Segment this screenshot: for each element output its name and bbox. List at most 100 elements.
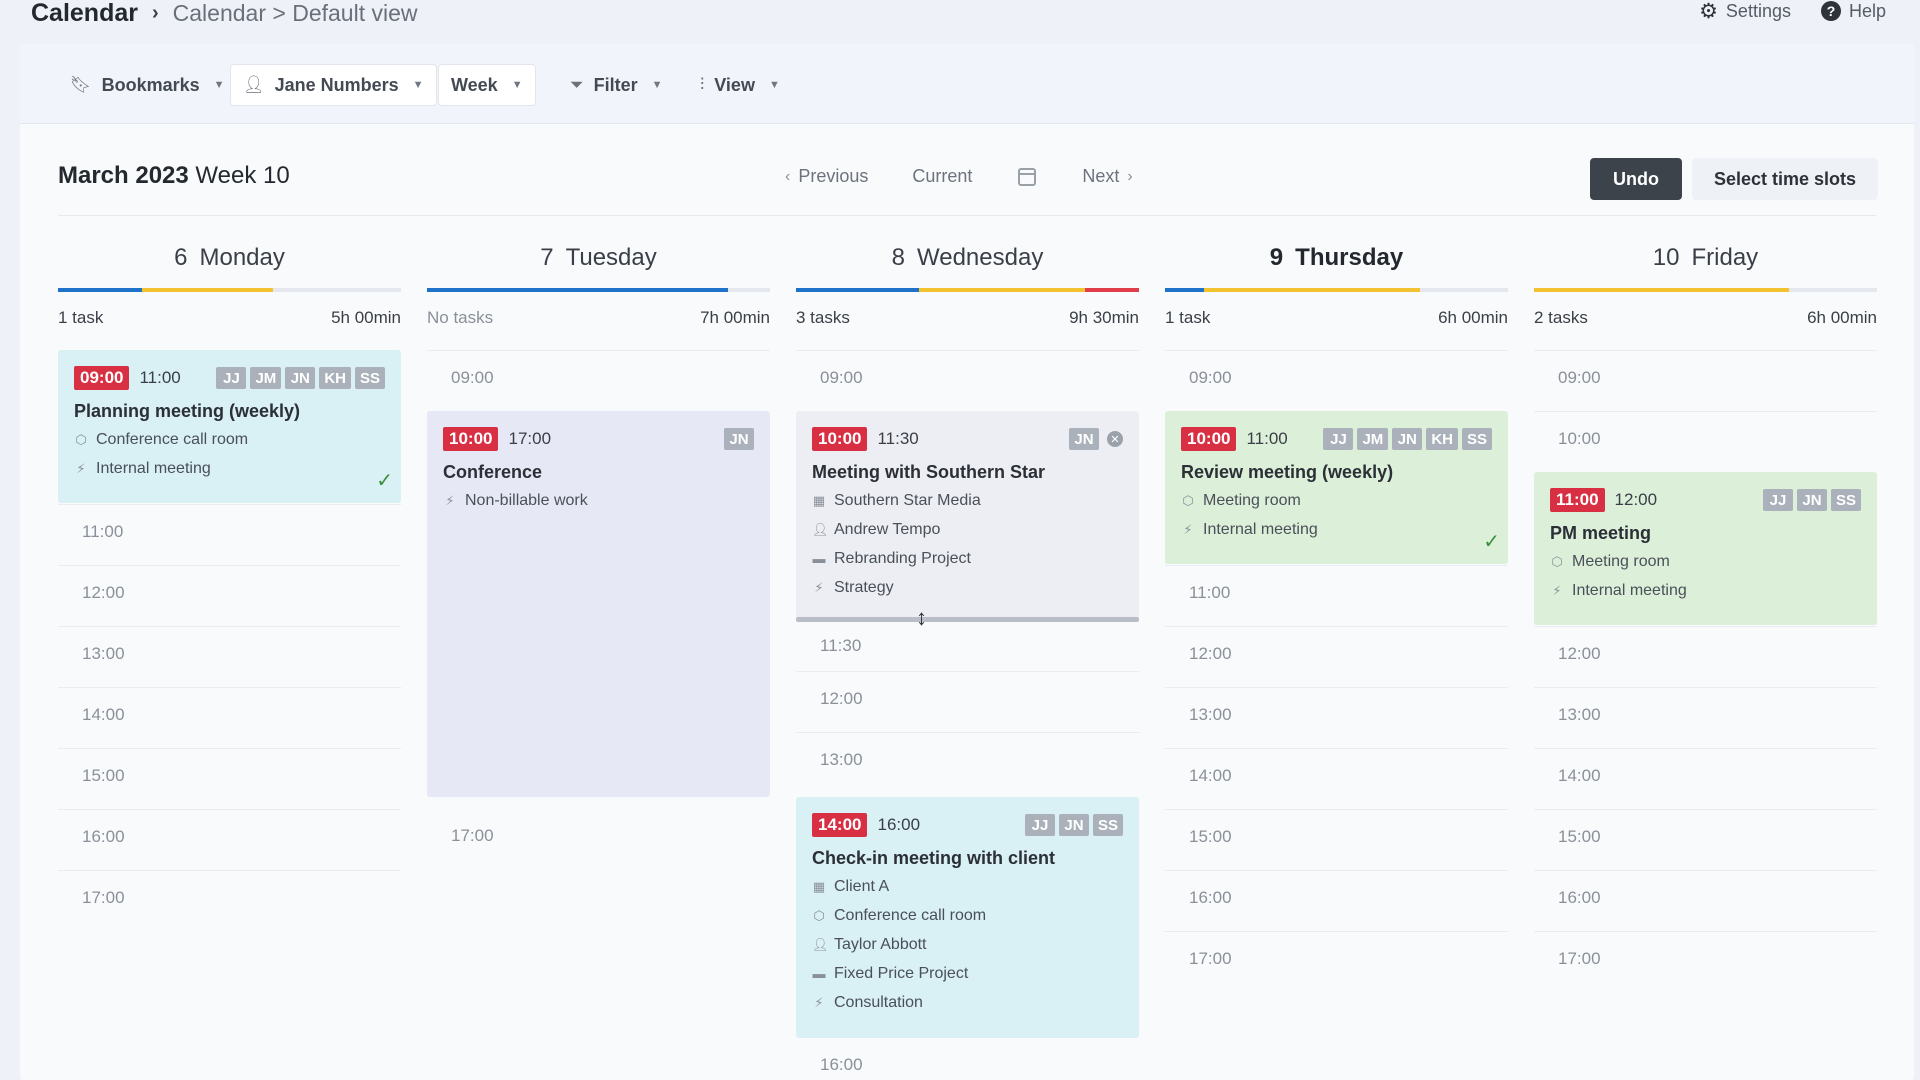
date-picker-button[interactable] xyxy=(1018,167,1037,186)
time-slot[interactable]: 13:00 xyxy=(58,626,401,687)
attendee-pill: JN xyxy=(1058,814,1089,836)
time-slot[interactable]: 16:00 xyxy=(796,1038,1139,1080)
time-slot[interactable]: 17:00 xyxy=(1534,931,1877,992)
time-slot[interactable]: 09:00 xyxy=(1165,350,1508,411)
event-title: Review meeting (weekly) xyxy=(1181,462,1394,482)
time-slot[interactable]: 17:00 xyxy=(427,809,770,870)
briefcase-icon: ▬ xyxy=(812,966,826,981)
hours-total: 6h 00min xyxy=(1807,308,1877,327)
time-slot[interactable]: 14:00 xyxy=(1534,748,1877,809)
day-column-thursday: 9 Thursday 1 task 6h 00min 09:00 10:00 11… xyxy=(1165,244,1508,1080)
time-slot[interactable]: 12:00 xyxy=(1165,626,1508,687)
caret-down-icon: ▼ xyxy=(213,79,225,91)
view-dropdown[interactable]: ⫶ View ▼ xyxy=(688,64,792,106)
task-count: 1 task xyxy=(58,308,104,327)
week-label: Week 10 xyxy=(195,162,290,189)
time-slot[interactable]: 15:00 xyxy=(1165,809,1508,870)
time-slot[interactable]: 12:00 xyxy=(796,671,1139,732)
event-card[interactable]: 14:00 16:00 JJ JN SS Check-in meeting wi… xyxy=(796,797,1139,1038)
attendee-pill: KH xyxy=(1426,428,1458,450)
month-label: March 2023 xyxy=(58,162,189,189)
start-time-badge: 10:00 xyxy=(443,427,499,451)
time-slot[interactable]: 16:00 xyxy=(1165,870,1508,931)
attendee-pill: JN xyxy=(1069,428,1099,450)
capacity-bar xyxy=(796,288,1139,292)
time-slot[interactable]: 09:00 xyxy=(1534,350,1877,411)
building-icon: ▦ xyxy=(812,493,826,508)
current-button[interactable]: Current xyxy=(912,166,972,187)
chevron-right-icon: › xyxy=(151,1,159,24)
select-time-slots-button[interactable]: Select time slots xyxy=(1692,158,1878,200)
time-slot[interactable]: 12:00 xyxy=(58,565,401,626)
time-slot[interactable]: 13:00 xyxy=(1534,687,1877,748)
time-slot[interactable]: 11:00 xyxy=(58,504,401,565)
app-name[interactable]: Calendar xyxy=(31,0,138,28)
time-slot[interactable]: 17:00 xyxy=(1165,931,1508,992)
event-title: Planning meeting (weekly) xyxy=(74,401,301,421)
time-slot[interactable]: 11:30 xyxy=(796,626,1139,671)
time-slot[interactable]: 13:00 xyxy=(1165,687,1508,748)
day-header[interactable]: 8 Wednesday xyxy=(796,244,1139,274)
cube-icon: ⬡ xyxy=(1551,554,1563,569)
user-label: Jane Numbers xyxy=(274,74,399,95)
time-slot[interactable]: 14:00 xyxy=(1165,748,1508,809)
close-icon[interactable]: ✕ xyxy=(1107,431,1123,447)
task-count: 3 tasks xyxy=(796,308,850,327)
event-activity: Internal meeting xyxy=(1572,582,1687,599)
start-time-badge: 10:00 xyxy=(812,427,868,451)
cube-icon: ⬡ xyxy=(1182,493,1194,508)
event-contact: Andrew Tempo xyxy=(834,521,941,538)
event-title: Meeting with Southern Star xyxy=(812,462,1046,482)
attendee-pill: JJ xyxy=(1762,489,1793,511)
user-dropdown[interactable]: 👤︎ Jane Numbers ▼ xyxy=(230,64,437,106)
day-header[interactable]: 10 Friday xyxy=(1534,244,1877,274)
event-activity: Internal meeting xyxy=(96,460,211,477)
current-label: Current xyxy=(912,166,973,186)
time-slot[interactable]: 17:00 xyxy=(58,870,401,931)
day-column-friday: 10 Friday 2 tasks 6h 00min 09:00 10:00 11… xyxy=(1534,244,1877,1080)
day-header[interactable]: 6 Monday xyxy=(58,244,401,274)
event-title: PM meeting xyxy=(1550,523,1652,543)
checkmark-icon: ✓ xyxy=(1483,531,1500,553)
start-time-badge: 10:00 xyxy=(1181,427,1237,451)
filter-dropdown[interactable]: ⏷ Filter ▼ xyxy=(558,64,675,106)
event-card[interactable]: 10:00 11:00 JJ JM JN KH SS Review meetin… xyxy=(1165,411,1508,564)
time-slot[interactable]: 09:00 xyxy=(796,350,1139,411)
event-card[interactable]: 10:00 17:00 JN Conference ⚡︎ Non-billable… xyxy=(427,411,770,797)
help-link[interactable]: ? Help xyxy=(1820,1,1886,22)
bookmarks-dropdown[interactable]: 🔖︎ Bookmarks ▼ xyxy=(58,64,237,106)
help-icon: ? xyxy=(1820,1,1841,21)
event-contact: Taylor Abbott xyxy=(834,936,927,953)
time-slot[interactable]: 13:00 xyxy=(796,732,1139,793)
resize-bar[interactable] xyxy=(796,617,1139,622)
time-slot[interactable]: 10:00 xyxy=(1534,411,1877,472)
event-card[interactable]: 09:00 11:00 JJ JM JN KH SS Planning meet… xyxy=(58,350,401,503)
day-header[interactable]: 7 Tuesday xyxy=(427,244,770,274)
bolt-icon: ⚡︎ xyxy=(1552,583,1562,598)
hours-total: 5h 00min xyxy=(331,308,401,327)
time-slot[interactable]: 12:00 xyxy=(1534,626,1877,687)
caret-down-icon: ▼ xyxy=(412,79,424,91)
end-time: 16:00 xyxy=(877,815,921,834)
event-client: Client A xyxy=(834,878,890,895)
event-project: Fixed Price Project xyxy=(834,965,969,982)
time-slot[interactable]: 16:00 xyxy=(58,809,401,870)
time-slot[interactable]: 09:00 xyxy=(427,350,770,411)
time-slot[interactable]: 15:00 xyxy=(1534,809,1877,870)
previous-button[interactable]: ‹ Previous xyxy=(785,166,868,187)
time-slot[interactable]: 14:00 xyxy=(58,687,401,748)
caret-down-icon: ▼ xyxy=(651,79,663,91)
range-dropdown[interactable]: Week ▼ xyxy=(438,64,536,106)
event-activity: Strategy xyxy=(834,579,894,596)
undo-button[interactable]: Undo xyxy=(1590,158,1682,200)
time-slot[interactable]: 15:00 xyxy=(58,748,401,809)
time-slot[interactable]: 16:00 xyxy=(1534,870,1877,931)
next-button[interactable]: Next › xyxy=(1082,166,1132,187)
week-title: March 2023 Week 10 xyxy=(58,162,290,190)
time-slot[interactable]: 11:00 xyxy=(1165,565,1508,626)
day-header-today[interactable]: 9 Thursday xyxy=(1165,244,1508,274)
day-stats: 2 tasks 6h 00min xyxy=(1534,308,1877,328)
event-card[interactable]: 11:00 12:00 JJ JN SS PM meeting ⬡ Meeting… xyxy=(1534,472,1877,625)
settings-link[interactable]: ⚙ Settings xyxy=(1699,0,1791,24)
event-card[interactable]: 10:00 11:30 JN ✕ Meeting with Southern S… xyxy=(796,411,1139,619)
